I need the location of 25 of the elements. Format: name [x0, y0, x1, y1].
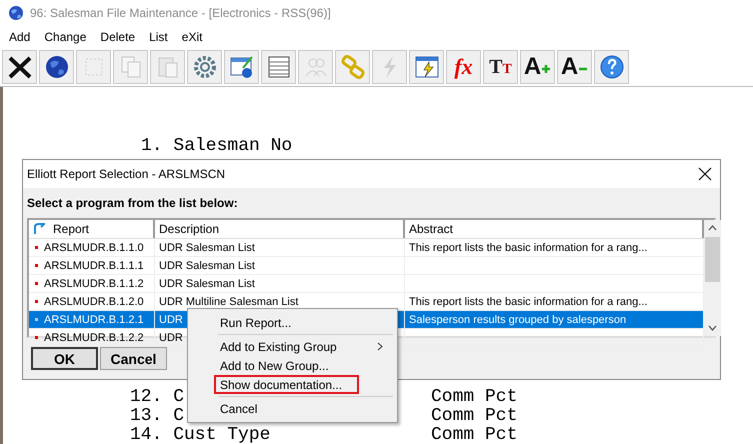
- field-label: 12. C: [130, 388, 184, 407]
- field-label: 14. Cust Type: [130, 426, 270, 444]
- table-cell: ARSLMUDR.B.1.1.2: [44, 278, 144, 290]
- field-label: Comm Pct: [431, 426, 518, 444]
- field-label: 13. C: [130, 407, 184, 426]
- table-cell: UDR: [159, 314, 183, 326]
- table-cell: ARSLMUDR.B.1.2.1: [44, 314, 144, 326]
- table-cell: UDR Salesman List: [159, 278, 255, 290]
- table-cell: UDR Salesman List: [159, 260, 255, 272]
- window-title: 96: Salesman File Maintenance - [Electronics - RSS(96)]: [30, 6, 331, 20]
- field-label: Comm Pct: [431, 407, 518, 426]
- table-cell: Salesperson results grouped by salesperson: [409, 314, 626, 326]
- prompt-text: Select a program from the list below:: [27, 196, 239, 212]
- table-cell: UDR: [159, 332, 183, 344]
- field-label: Comm Pct: [431, 388, 518, 407]
- table-cell: This report lists the basic information for a rang...: [409, 242, 648, 254]
- field-label: 1. Salesman No: [141, 137, 292, 156]
- table-cell: ARSLMUDR.B.1.2.2: [44, 332, 144, 344]
- table-cell: This report lists the basic information for a rang...: [409, 296, 648, 308]
- dialog-title: Elliott Report Selection - ARSLMSCN: [27, 167, 226, 181]
- table-cell: ARSLMUDR.B.1.1.1: [44, 260, 144, 272]
- table-cell: ARSLMUDR.B.1.2.0: [44, 296, 144, 308]
- table-cell: UDR Multiline Salesman List: [159, 296, 298, 308]
- table-cell: UDR Salesman List: [159, 242, 255, 254]
- table-cell: ARSLMUDR.B.1.1.0: [44, 242, 144, 254]
